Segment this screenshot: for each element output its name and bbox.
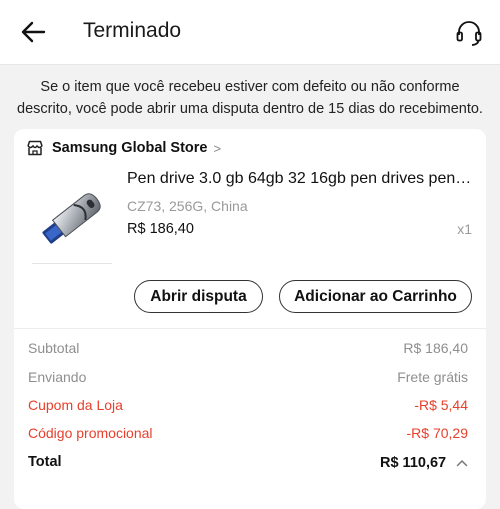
promo-code-value: -R$ 70,29 xyxy=(406,425,468,441)
subtotal-row: Subtotal R$ 186,40 xyxy=(28,337,468,359)
chevron-right-icon: > xyxy=(213,140,222,156)
store-icon xyxy=(27,140,43,156)
open-dispute-button[interactable]: Abrir disputa xyxy=(134,280,263,313)
product-title[interactable]: Pen drive 3.0 gb 64gb 32 16gb pen drives… xyxy=(127,170,472,188)
headset-icon[interactable] xyxy=(454,18,484,48)
store-coupon-value: -R$ 5,44 xyxy=(414,397,468,413)
subtotal-value: R$ 186,40 xyxy=(403,340,468,356)
notice-line-2: descrito, você pode abrir uma disputa de… xyxy=(17,101,483,117)
order-card: Samsung Global Store > Pen drive 3.0 gb … xyxy=(14,129,486,509)
arrow-left-icon[interactable] xyxy=(18,18,48,46)
store-coupon-row: Cupom da Loja -R$ 5,44 xyxy=(28,394,468,416)
total-value: R$ 110,67 xyxy=(379,454,447,471)
chevron-up-icon[interactable] xyxy=(456,458,468,468)
usb-drive-image xyxy=(42,193,101,244)
add-to-cart-button[interactable]: Adicionar ao Carrinho xyxy=(279,280,472,313)
notice-line-1: Se o item que você recebeu estiver com d… xyxy=(40,79,460,95)
product-variant: CZ73, 256G, China xyxy=(127,198,248,214)
total-row[interactable]: Total R$ 110,67 xyxy=(28,451,468,473)
product-thumbnail[interactable] xyxy=(32,171,112,264)
subtotal-label: Subtotal xyxy=(28,340,80,356)
product-price: R$ 186,40 xyxy=(127,221,194,237)
shipping-row: Enviando Frete grátis xyxy=(28,366,468,388)
promo-code-row: Código promocional -R$ 70,29 xyxy=(28,422,468,444)
store-name: Samsung Global Store xyxy=(52,140,208,156)
divider xyxy=(14,328,486,329)
page-title: Terminado xyxy=(83,19,182,42)
total-value-group: R$ 110,67 xyxy=(380,454,468,471)
promo-code-label: Código promocional xyxy=(28,425,153,441)
dispute-notice: Se o item que você recebeu estiver com d… xyxy=(0,76,500,120)
total-label: Total xyxy=(28,454,62,470)
store-coupon-label: Cupom da Loja xyxy=(28,397,123,413)
product-quantity: x1 xyxy=(457,221,472,237)
top-app-bar: Terminado xyxy=(0,0,500,65)
shipping-value: Frete grátis xyxy=(397,369,468,385)
shipping-label: Enviando xyxy=(28,369,87,385)
store-link[interactable]: Samsung Global Store > xyxy=(26,137,221,159)
